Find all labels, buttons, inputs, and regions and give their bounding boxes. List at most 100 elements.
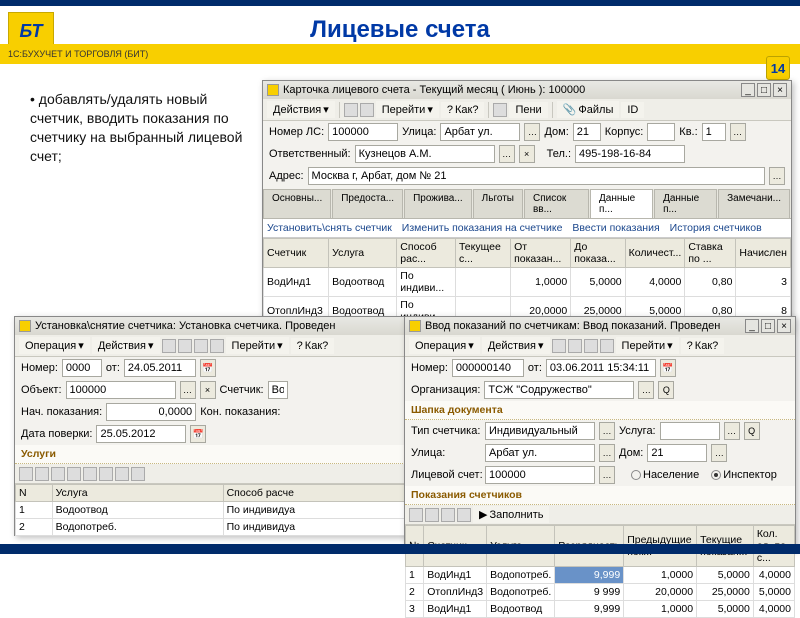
calendar-icon[interactable]: 📅 <box>660 359 676 377</box>
column-header[interactable]: Услуга <box>329 239 397 268</box>
sort-az-icon[interactable] <box>441 508 455 522</box>
icon[interactable] <box>600 339 614 353</box>
tel-field[interactable] <box>575 145 685 163</box>
icon[interactable] <box>194 339 208 353</box>
delete-icon[interactable] <box>67 467 81 481</box>
address-field[interactable] <box>308 167 765 185</box>
close-button[interactable]: × <box>777 319 791 333</box>
readings-table[interactable]: №СчетчикУслугаРазрядностьПредыдущие пок.… <box>405 525 795 618</box>
save-icon[interactable] <box>552 339 566 353</box>
lookup-button[interactable]: … <box>599 422 615 440</box>
sort-za-icon[interactable] <box>457 508 471 522</box>
lookup-button[interactable]: … <box>524 123 540 141</box>
column-header[interactable]: Количест... <box>625 239 685 268</box>
counter-type-field[interactable] <box>485 422 595 440</box>
table-row[interactable]: 1ВодоотводПо индивидуа <box>16 502 413 519</box>
sort-za-icon[interactable] <box>131 467 145 481</box>
table-row[interactable]: 3ВодИнд1Водоотвод9,9991,00005,00004,0000 <box>406 601 795 618</box>
column-header[interactable]: Текущее с... <box>455 239 510 268</box>
house-field[interactable] <box>647 444 707 462</box>
tab[interactable]: Основны... <box>263 189 331 218</box>
lookup-button[interactable]: … <box>730 123 746 141</box>
operation-menu[interactable]: Операция ▾ <box>19 337 90 354</box>
up-icon[interactable] <box>83 467 97 481</box>
actions-menu[interactable]: Действия ▾ <box>267 101 335 118</box>
link-history[interactable]: История счетчиков <box>670 222 762 234</box>
open-button[interactable]: Q <box>744 422 760 440</box>
account-field[interactable] <box>485 466 595 484</box>
actions-menu[interactable]: Действия ▾ <box>92 337 160 354</box>
column-header[interactable]: N <box>16 485 53 502</box>
go-menu[interactable]: Перейти ▾ <box>616 337 679 354</box>
penalty-button[interactable]: Пени <box>509 102 547 118</box>
icon[interactable] <box>210 339 224 353</box>
number-field[interactable] <box>452 359 524 377</box>
check-date-field[interactable] <box>96 425 186 443</box>
sort-az-icon[interactable] <box>115 467 129 481</box>
lookup-button[interactable]: … <box>180 381 196 399</box>
column-header[interactable]: Способ расче <box>223 485 412 502</box>
calendar-icon[interactable]: 📅 <box>190 425 206 443</box>
radio-population[interactable]: Население <box>631 469 699 481</box>
delete-icon[interactable] <box>425 508 439 522</box>
close-button[interactable]: × <box>773 83 787 97</box>
edit-icon[interactable] <box>51 467 65 481</box>
responsible-field[interactable] <box>355 145 495 163</box>
link-change-readings[interactable]: Изменить показания на счетчике <box>402 222 563 234</box>
street-field[interactable] <box>440 123 520 141</box>
account-number-field[interactable] <box>328 123 398 141</box>
icon[interactable] <box>178 339 192 353</box>
add-icon[interactable] <box>409 508 423 522</box>
clear-button[interactable]: × <box>519 145 535 163</box>
save-icon[interactable] <box>162 339 176 353</box>
link-enter-readings[interactable]: Ввести показания <box>572 222 659 234</box>
tool-icon[interactable] <box>493 103 507 117</box>
calendar-icon[interactable]: 📅 <box>200 359 216 377</box>
clear-button[interactable]: × <box>200 381 216 399</box>
tab[interactable]: Предоста... <box>332 189 403 218</box>
lookup-button[interactable]: … <box>769 167 785 185</box>
corp-field[interactable] <box>647 123 675 141</box>
table-row[interactable]: 2ОтоплИнд3Водопотреб.9 99920,000025,0000… <box>406 584 795 601</box>
help-button[interactable]: ? Как? <box>441 102 485 118</box>
counter-field[interactable] <box>268 381 288 399</box>
fill-button[interactable]: ▶ Заполнить <box>473 506 549 523</box>
column-header[interactable]: До показа... <box>571 239 625 268</box>
id-button[interactable]: ID <box>621 102 644 118</box>
radio-inspector[interactable]: Инспектор <box>711 469 777 481</box>
maximize-button[interactable]: □ <box>761 319 775 333</box>
start-reading-field[interactable] <box>106 403 196 421</box>
house-field[interactable] <box>573 123 601 141</box>
operation-menu[interactable]: Операция ▾ <box>409 337 480 354</box>
org-field[interactable] <box>484 381 634 399</box>
tab[interactable]: Замечани... <box>718 189 790 218</box>
minimize-button[interactable]: _ <box>745 319 759 333</box>
link-install-counter[interactable]: Установить\снять счетчик <box>267 222 392 234</box>
date-field[interactable] <box>124 359 196 377</box>
save-icon[interactable] <box>344 103 358 117</box>
add-icon[interactable] <box>19 467 33 481</box>
tab[interactable]: Прожива... <box>404 189 472 218</box>
street-field[interactable] <box>485 444 595 462</box>
minimize-button[interactable]: _ <box>741 83 755 97</box>
lookup-button[interactable]: … <box>638 381 654 399</box>
flat-field[interactable] <box>702 123 726 141</box>
object-field[interactable] <box>66 381 176 399</box>
copy-icon[interactable] <box>35 467 49 481</box>
lookup-button[interactable]: … <box>599 466 615 484</box>
lookup-button[interactable]: … <box>724 422 740 440</box>
files-button[interactable]: 📎 Файлы <box>557 101 620 118</box>
tab[interactable]: Льготы <box>473 189 523 218</box>
go-menu[interactable]: Перейти ▾ <box>226 337 289 354</box>
icon[interactable] <box>568 339 582 353</box>
print-icon[interactable] <box>360 103 374 117</box>
tab[interactable]: Данные п... <box>654 189 717 218</box>
column-header[interactable]: Услуга <box>52 485 223 502</box>
open-button[interactable]: Q <box>658 381 674 399</box>
help-button[interactable]: ? Как? <box>681 338 725 354</box>
icon[interactable] <box>584 339 598 353</box>
services-table[interactable]: NУслугаСпособ расче1ВодоотводПо индивиду… <box>15 484 413 536</box>
tab[interactable]: Данные п... <box>590 189 653 218</box>
column-header[interactable]: Начислен <box>736 239 791 268</box>
lookup-button[interactable]: … <box>711 444 727 462</box>
